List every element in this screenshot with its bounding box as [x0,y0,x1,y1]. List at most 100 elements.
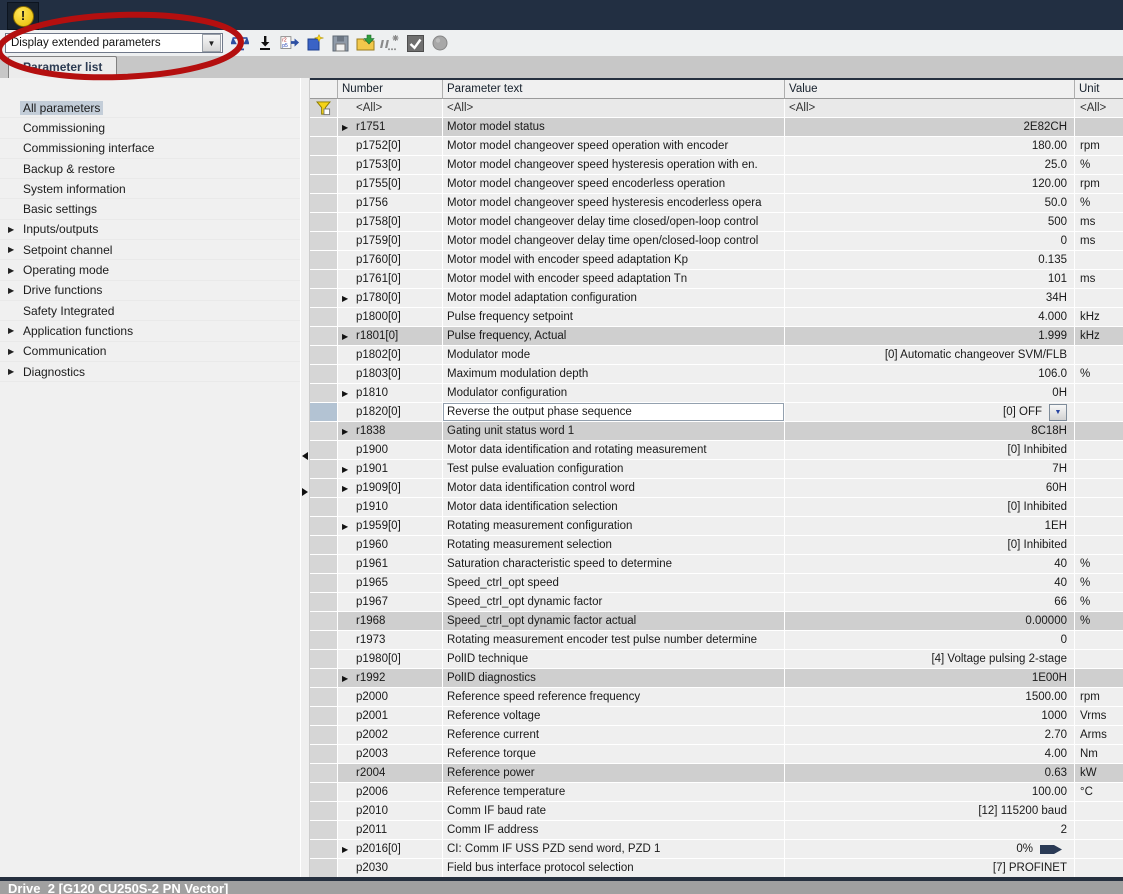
row-selector[interactable] [310,688,338,706]
cell-value[interactable]: 2.70 [785,726,1075,744]
cell-parameter-text[interactable]: Motor model adaptation configuration [443,289,785,307]
row-selector[interactable] [310,802,338,820]
sidebar-item[interactable]: Commissioning interface [0,139,300,159]
sidebar-item[interactable]: ▶ Diagnostics [0,362,300,383]
table-row[interactable]: p1967 Speed_ctrl_opt dynamic factor 66% [310,593,1123,612]
cell-parameter-text[interactable]: Motor model changeover delay time closed… [443,213,785,231]
sidebar-item[interactable]: All parameters [0,98,300,119]
cell-number[interactable]: p1758[0] [338,213,443,231]
table-row[interactable]: r2004 Reference power 0.63 kW [310,764,1123,783]
cell-number[interactable]: ▶ p1909[0] [338,479,443,497]
cell-number[interactable]: p1967 [338,593,443,611]
cell-value[interactable]: 1.999 [785,327,1075,345]
row-selector[interactable] [310,384,338,402]
cell-parameter-text[interactable]: Motor model changeover speed hysteresis … [443,194,785,212]
cell-value[interactable]: 0% [785,840,1075,858]
cell-value[interactable]: 0H [785,384,1075,402]
filter-value[interactable]: <All> [785,99,1075,117]
table-row[interactable]: p1910 Motor data identification selection… [310,498,1123,517]
row-selector[interactable] [310,365,338,383]
expand-arrow-icon[interactable]: ▶ [338,123,356,132]
expand-arrow-icon[interactable]: ▶ [338,427,356,436]
cell-parameter-text[interactable]: Motor model with encoder speed adaptatio… [443,270,785,288]
collapse-left-icon[interactable] [302,452,308,460]
row-selector[interactable] [310,574,338,592]
table-row[interactable]: ▶ p1780[0] Motor model adaptation configur… [310,289,1123,308]
sidebar-item[interactable]: ▶ Communication [0,342,300,362]
row-selector[interactable] [310,403,338,421]
cell-parameter-text[interactable]: Reference speed reference frequency [443,688,785,706]
cell-value[interactable]: [0] OFF ▼ [785,403,1075,421]
cell-number[interactable]: p2011 [338,821,443,839]
cell-value[interactable]: 2 [785,821,1075,839]
sidebar-item[interactable]: Commissioning [0,118,300,139]
expand-arrow-icon[interactable]: ▶ [0,225,20,234]
cell-value[interactable]: [0] Automatic changeover SVM/FLB [785,346,1075,364]
cell-parameter-text[interactable]: Reference power [443,764,785,782]
cell-value[interactable]: [7] PROFINET [785,859,1075,877]
expand-arrow-icon[interactable]: ▶ [0,286,20,295]
cell-parameter-text[interactable]: Pulse frequency setpoint [443,308,785,326]
cell-value[interactable]: [12] 115200 baud [785,802,1075,820]
table-row[interactable]: p1980[0] PolID technique [4] Voltage pulsi… [310,650,1123,669]
cell-parameter-text[interactable]: Test pulse evaluation configuration [443,460,785,478]
table-row[interactable]: p1761[0] Motor model with encoder speed a… [310,270,1123,289]
table-row[interactable]: p1800[0] Pulse frequency setpoint 4.000 kHz [310,308,1123,327]
cell-parameter-text[interactable]: PolID technique [443,650,785,668]
cell-value[interactable]: 4.000 [785,308,1075,326]
table-row[interactable]: p1760[0] Motor model with encoder speed a… [310,251,1123,270]
row-selector[interactable] [310,479,338,497]
row-selector[interactable] [310,669,338,687]
row-selector[interactable] [310,156,338,174]
table-row[interactable]: ▶ p1909[0] Motor data identification contr… [310,479,1123,498]
cell-number[interactable]: p1900 [338,441,443,459]
cell-value[interactable]: 40 [785,574,1075,592]
expand-arrow-icon[interactable]: ▶ [338,522,356,531]
cell-number[interactable]: p1756 [338,194,443,212]
cell-value[interactable]: 4.00 [785,745,1075,763]
filter-icon-cell[interactable] [310,99,338,117]
pane-splitter[interactable] [300,78,310,877]
row-selector[interactable] [310,821,338,839]
cell-number[interactable]: p2006 [338,783,443,801]
row-selector[interactable] [310,650,338,668]
filter-unit[interactable]: <All> [1075,99,1123,117]
expand-arrow-icon[interactable]: ▶ [338,389,356,398]
cell-parameter-text[interactable]: Reference voltage [443,707,785,725]
cell-number[interactable]: p1761[0] [338,270,443,288]
row-selector[interactable] [310,346,338,364]
table-row[interactable]: p1756 Motor model changeover speed hyster… [310,194,1123,213]
filter-parameter-text[interactable]: <All> [443,99,785,117]
expand-arrow-icon[interactable]: ▶ [0,367,20,376]
save-icon[interactable] [330,33,350,53]
cell-value[interactable]: 40 [785,555,1075,573]
cell-number[interactable]: ▶ p1780[0] [338,289,443,307]
table-row[interactable]: ▶ p1959[0] Rotating measurement configurat… [310,517,1123,536]
table-row[interactable]: ▶ r1838 Gating unit status word 1 8C18H [310,422,1123,441]
cell-parameter-text[interactable]: PolID diagnostics [443,669,785,687]
cell-number[interactable]: ▶ r1992 [338,669,443,687]
cell-parameter-text[interactable]: Rotating measurement encoder test pulse … [443,631,785,649]
cell-value[interactable]: [0] Inhibited [785,536,1075,554]
cell-number[interactable]: r2004 [338,764,443,782]
table-row[interactable]: p2030 Field bus interface protocol select… [310,859,1123,877]
parameter-view-dropdown[interactable]: Display extended parameters ▼ [5,33,223,53]
row-selector[interactable] [310,612,338,630]
table-row[interactable]: p1752[0] Motor model changeover speed ope… [310,137,1123,156]
column-header-value[interactable]: Value [785,80,1075,99]
cell-parameter-text[interactable]: Pulse frequency, Actual [443,327,785,345]
table-row[interactable]: p1802[0] Modulator mode [0] Automatic chan… [310,346,1123,365]
cell-parameter-text[interactable]: Speed_ctrl_opt dynamic factor actual [443,612,785,630]
cell-value[interactable]: 0.00000 [785,612,1075,630]
cell-value[interactable]: 0.63 [785,764,1075,782]
cell-parameter-text[interactable]: Motor model with encoder speed adaptatio… [443,251,785,269]
cell-number[interactable]: ▶ r1801[0] [338,327,443,345]
table-row[interactable]: p1900 Motor data identification and rotat… [310,441,1123,460]
row-selector[interactable] [310,745,338,763]
cell-parameter-text[interactable]: Motor model changeover delay time open/c… [443,232,785,250]
row-selector[interactable] [310,593,338,611]
cell-value[interactable]: 1EH [785,517,1075,535]
row-selector[interactable] [310,441,338,459]
row-selector[interactable] [310,859,338,877]
cell-number[interactable]: r1973 [338,631,443,649]
